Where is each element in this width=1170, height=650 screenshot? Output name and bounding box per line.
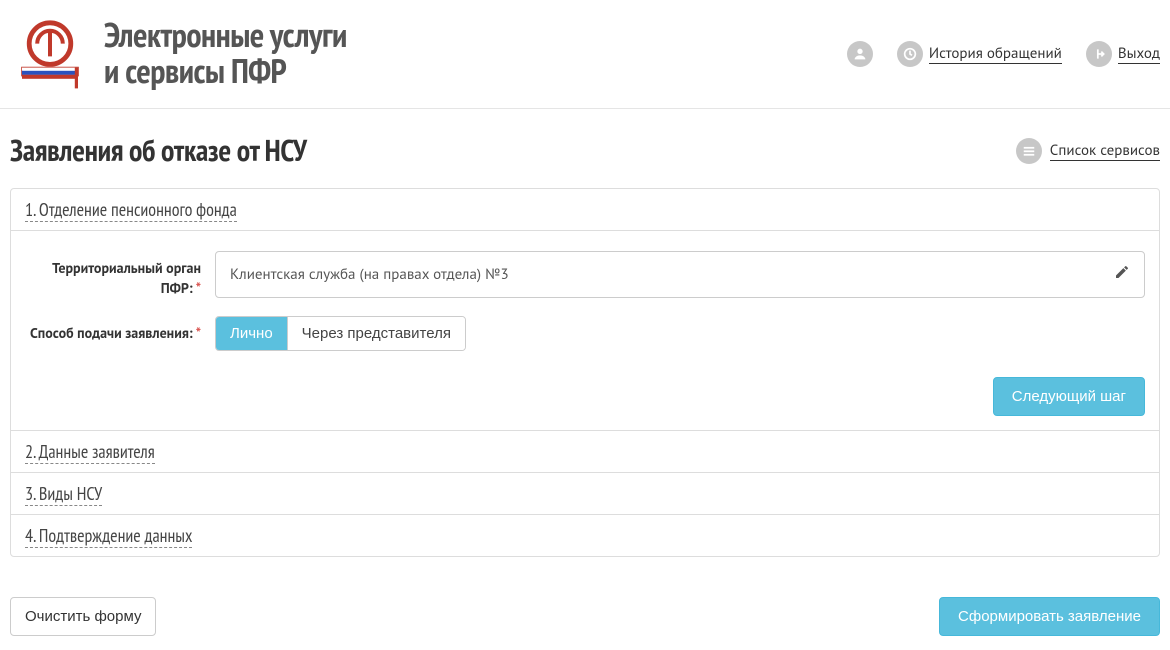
- history-icon: [897, 41, 923, 67]
- header-actions: История обращений Выход: [847, 41, 1160, 67]
- method-representative-button[interactable]: Через представителя: [287, 317, 465, 350]
- step-2-header[interactable]: 2. Данные заявителя: [11, 431, 1159, 473]
- territorial-label: Территориальный орган ПФР: *: [25, 251, 215, 298]
- logout-label: Выход: [1118, 44, 1160, 64]
- submission-method-toggle: Лично Через представителя: [215, 316, 466, 351]
- pencil-icon: [1114, 264, 1130, 285]
- brand: Электронные услуги и сервисы ПФР: [10, 18, 347, 90]
- submission-method-label: Способ подачи заявления: *: [25, 316, 215, 351]
- pfr-logo-icon: [10, 18, 90, 90]
- step-3-header[interactable]: 3. Виды НСУ: [11, 473, 1159, 515]
- logout-link[interactable]: Выход: [1086, 41, 1160, 67]
- footer-actions: Очистить форму Сформировать заявление: [0, 573, 1170, 646]
- list-icon: [1016, 138, 1042, 164]
- services-list-link[interactable]: Список сервисов: [1016, 138, 1160, 164]
- territorial-org-value: Клиентская служба (на правах отдела) №3: [230, 265, 509, 284]
- app-header: Электронные услуги и сервисы ПФР История…: [0, 0, 1170, 109]
- step-1-header[interactable]: 1. Отделение пенсионного фонда: [11, 189, 1159, 231]
- territorial-org-input[interactable]: Клиентская служба (на правах отдела) №3: [215, 251, 1145, 298]
- step-1-actions: Следующий шаг: [25, 369, 1145, 416]
- territorial-row: Территориальный орган ПФР: * Клиентская …: [25, 251, 1145, 298]
- history-label: История обращений: [929, 44, 1062, 64]
- step-4-header[interactable]: 4. Подтверждение данных: [11, 515, 1159, 556]
- page-title: Заявления об отказе от НСУ: [10, 131, 307, 170]
- step-1-body: Территориальный орган ПФР: * Клиентская …: [11, 231, 1159, 431]
- submit-form-button[interactable]: Сформировать заявление: [939, 597, 1160, 636]
- method-personal-button[interactable]: Лично: [216, 317, 287, 350]
- wizard-card: 1. Отделение пенсионного фонда Территори…: [10, 188, 1160, 557]
- submission-method-row: Способ подачи заявления: * Лично Через п…: [25, 316, 1145, 351]
- history-link[interactable]: История обращений: [897, 41, 1062, 67]
- services-list-label: Список сервисов: [1050, 141, 1160, 161]
- logout-icon: [1086, 41, 1112, 67]
- user-icon[interactable]: [847, 41, 873, 67]
- page-head: Заявления об отказе от НСУ Список сервис…: [0, 109, 1170, 180]
- next-step-button[interactable]: Следующий шаг: [993, 377, 1145, 416]
- brand-title: Электронные услуги и сервисы ПФР: [104, 18, 347, 89]
- clear-form-button[interactable]: Очистить форму: [10, 597, 156, 636]
